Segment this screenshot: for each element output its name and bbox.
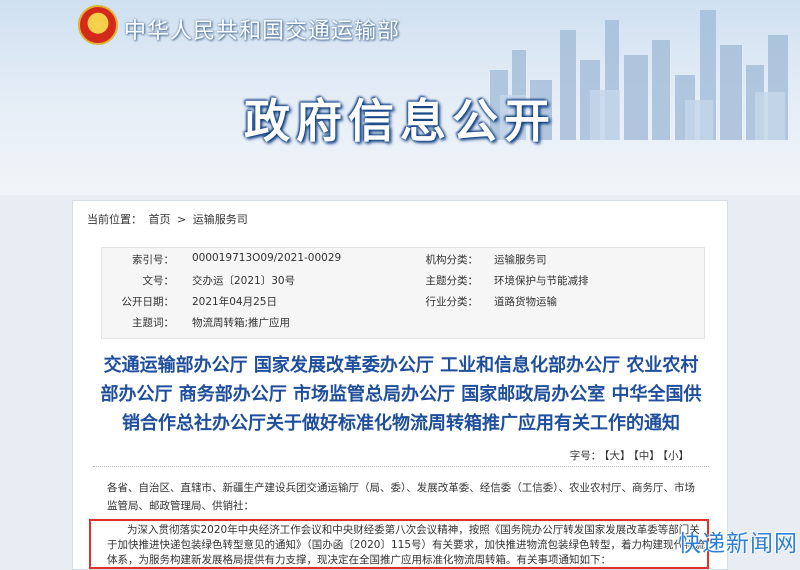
title-line: 部办公厅 商务部办公厅 市场监管总局办公厅 国家邮政局办公室 中华全国供 xyxy=(100,384,702,405)
document-metadata-table: 索引号： 000019713O09/2021-00029 机构分类： 运输服务司… xyxy=(101,247,705,339)
title-line: 交通运输部办公厅 国家发展改革委办公厅 工业和信息化部办公厅 农业农村 xyxy=(103,355,699,376)
industry-value: 道路货物运输 xyxy=(494,296,557,308)
font-size-medium-button[interactable]: 【中】 xyxy=(634,450,660,462)
date-label: 公开日期： xyxy=(121,296,175,308)
breadcrumb-home-link[interactable]: 首页 xyxy=(149,213,171,226)
breadcrumb-department-link[interactable]: 运输服务司 xyxy=(193,213,248,226)
index-label: 索引号： xyxy=(132,254,174,266)
watermark: 快递新闻网 xyxy=(678,531,798,557)
site-title[interactable]: 中华人民共和国交通运输部 xyxy=(124,13,400,45)
meta-row: 公开日期： 2021年04月25日 行业分类： 道路货物运输 xyxy=(102,294,706,314)
breadcrumb-separator: > xyxy=(177,213,187,226)
topic-label: 主题分类： xyxy=(425,275,479,287)
content-panel: 当前位置： 首页 > 运输服务司 索引号： 000019713O09/2021-… xyxy=(72,200,728,570)
breadcrumb: 当前位置： 首页 > 运输服务司 xyxy=(87,211,251,227)
banner-title: 政府信息公开 xyxy=(244,94,556,148)
index-value: 000019713O09/2021-00029 xyxy=(192,252,342,264)
org-value: 运输服务司 xyxy=(494,254,547,266)
divider xyxy=(93,466,709,467)
org-label: 机构分类： xyxy=(425,254,479,266)
national-emblem-icon: ★ xyxy=(78,5,118,45)
keywords-label: 主题词： xyxy=(132,317,174,329)
body-paragraph: 为深入贯彻落实2020年中央经济工作会议和中央财经委第八次会议精神，按照《国务院… xyxy=(107,524,706,566)
addressee-paragraph: 各省、自治区、直辖市、新疆生产建设兵团交通运输厅（局、委）、发展改革委、经信委（… xyxy=(107,482,695,512)
docno-value: 交办运〔2021〕30号 xyxy=(192,275,296,287)
site-header: ★ 中华人民共和国交通运输部 政府信息公开 xyxy=(0,0,800,195)
document-title: 交通运输部办公厅 国家发展改革委办公厅 工业和信息化部办公厅 农业农村 部办公厅… xyxy=(93,351,709,438)
topic-value: 环境保护与节能减排 xyxy=(494,275,589,287)
font-size-large-button[interactable]: 【大】 xyxy=(604,450,630,462)
meta-row: 主题词： 物流周转箱;推广应用 xyxy=(102,315,706,335)
font-size-label: 字号： xyxy=(569,450,602,462)
industry-label: 行业分类： xyxy=(425,296,479,308)
keywords-value: 物流周转箱;推广应用 xyxy=(192,317,291,329)
breadcrumb-label: 当前位置： xyxy=(87,213,142,226)
date-value: 2021年04月25日 xyxy=(192,296,277,308)
meta-row: 文号： 交办运〔2021〕30号 主题分类： 环境保护与节能减排 xyxy=(102,273,706,293)
title-line: 销合作总社办公厅关于做好标准化物流周转箱推广应用有关工作的通知 xyxy=(122,413,680,434)
meta-row: 索引号： 000019713O09/2021-00029 机构分类： 运输服务司 xyxy=(102,252,706,272)
font-size-selector: 字号： 【大】 【中】 【小】 xyxy=(567,448,689,463)
font-size-small-button[interactable]: 【小】 xyxy=(663,450,689,462)
docno-label: 文号： xyxy=(142,275,175,287)
